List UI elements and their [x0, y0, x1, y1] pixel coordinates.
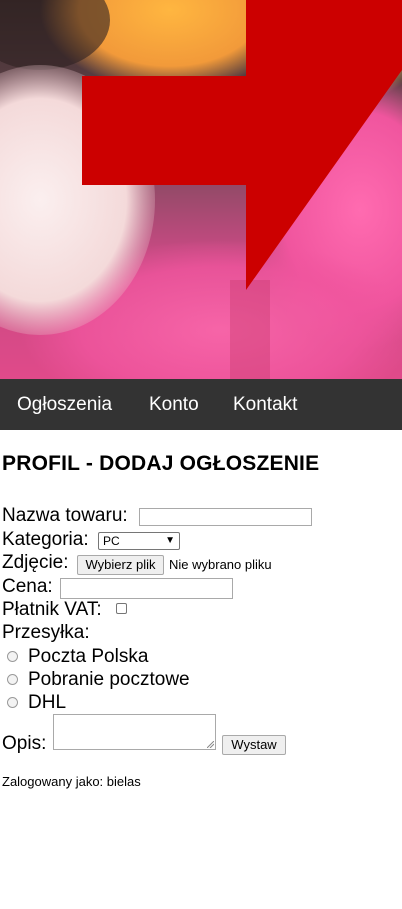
hero-banner [0, 0, 402, 379]
shipping-radio-dhl[interactable] [7, 697, 18, 708]
file-status: Nie wybrano pliku [169, 557, 272, 572]
shipping-radio-pobranie[interactable] [7, 674, 18, 685]
shipping-option-label: Pobranie pocztowe [28, 669, 190, 690]
shipping-label: Przesyłka: [2, 622, 90, 643]
description-label: Opis: [2, 733, 47, 754]
category-label: Kategoria: [2, 529, 89, 550]
shipping-option-label: DHL [28, 692, 67, 713]
hero-image [0, 0, 402, 379]
category-selected-value: PC [103, 534, 120, 548]
main-nav: Ogłoszenia Konto Kontakt [0, 379, 402, 430]
caret-down-icon: ▼ [165, 535, 175, 546]
price-input[interactable] [60, 578, 233, 599]
category-select[interactable]: PC ▼ [98, 532, 180, 550]
shipping-option-label: Poczta Polska [28, 646, 149, 667]
shipping-radio-poczta-polska[interactable] [7, 651, 18, 662]
resize-grip-icon[interactable] [207, 741, 214, 748]
name-input[interactable] [139, 508, 312, 526]
vat-label: Płatnik VAT: [2, 599, 102, 620]
nav-item-kontakt[interactable]: Kontakt [233, 379, 297, 430]
description-textarea[interactable] [53, 714, 216, 750]
vat-checkbox[interactable] [116, 603, 127, 614]
nav-item-konto[interactable]: Konto [149, 379, 199, 430]
nav-item-ogloszenia[interactable]: Ogłoszenia [17, 379, 112, 430]
logged-in-status: Zalogowany jako: bielas [2, 774, 141, 789]
choose-file-button[interactable]: Wybierz plik [77, 555, 164, 575]
submit-button[interactable]: Wystaw [222, 735, 286, 755]
price-label: Cena: [2, 576, 53, 597]
photo-label: Zdjęcie: [2, 552, 69, 573]
name-label: Nazwa towaru: [2, 505, 128, 526]
page-title: PROFIL - DODAJ OGŁOSZENIE [2, 452, 320, 475]
